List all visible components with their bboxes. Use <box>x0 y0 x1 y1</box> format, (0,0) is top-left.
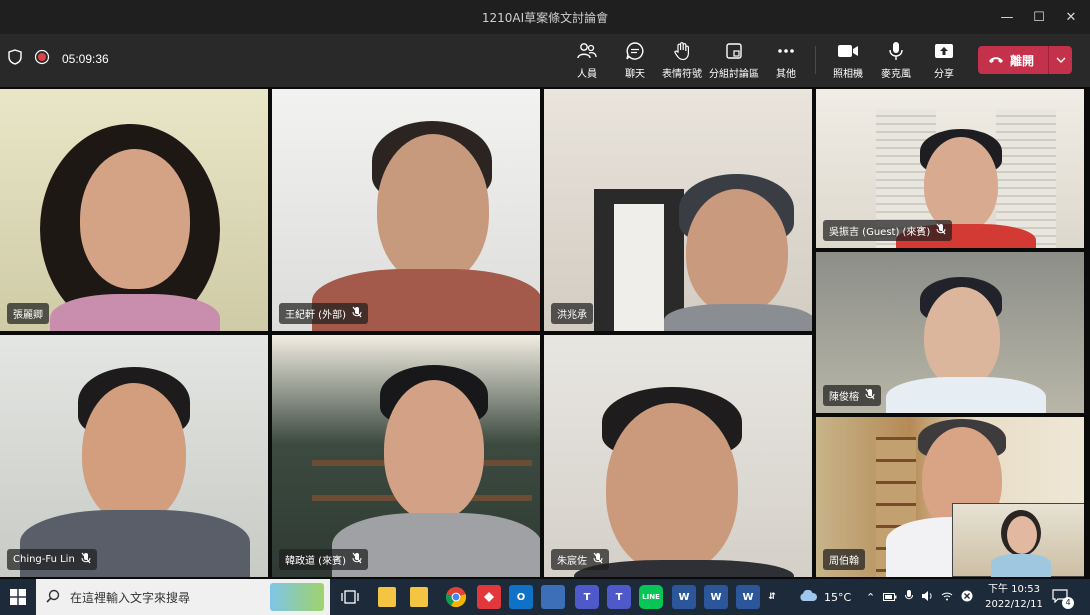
show-hidden-icons-chevron-icon[interactable]: ⌃ <box>866 591 875 604</box>
word-icon[interactable]: W <box>672 585 696 609</box>
participant-name-tag: Ching-Fu Lin <box>7 549 97 570</box>
no-connection-icon[interactable] <box>961 590 973 605</box>
meeting-timer: 05:09:36 <box>62 52 109 66</box>
teams-icon[interactable]: T <box>575 585 599 609</box>
chat-button[interactable]: 聊天 <box>620 40 650 82</box>
shield-icon[interactable] <box>8 49 22 69</box>
video-tile-participant-8[interactable]: 朱宸佐 <box>544 335 812 577</box>
participant-name-tag: 王紀軒 (外部) <box>279 303 368 324</box>
video-camera-icon <box>837 40 859 62</box>
notification-center-button[interactable]: 4 <box>1052 579 1080 615</box>
app-red-icon[interactable] <box>477 585 501 609</box>
toolbar-divider <box>815 46 816 74</box>
teams-meeting-icon[interactable]: T <box>607 585 631 609</box>
self-view-thumbnail[interactable] <box>952 503 1084 577</box>
more-icon <box>777 40 795 62</box>
participant-name-tag: 周伯翰 <box>823 549 865 570</box>
search-highlight-image <box>270 583 324 611</box>
word-icon-3[interactable]: W <box>736 585 760 609</box>
notification-count-badge: 4 <box>1062 597 1074 609</box>
maximize-button[interactable]: ☐ <box>1024 6 1054 28</box>
muted-mic-icon <box>936 223 946 238</box>
muted-mic-icon <box>352 552 362 567</box>
file-explorer-icon[interactable] <box>378 587 396 607</box>
raise-hand-icon <box>672 40 692 62</box>
share-button[interactable]: 分享 <box>930 40 958 82</box>
muted-mic-icon <box>865 388 875 403</box>
wifi-icon[interactable] <box>941 591 953 604</box>
microphone-button[interactable]: 麥克風 <box>880 40 912 82</box>
taskbar-clock[interactable]: 下午 10:53 2022/12/11 <box>984 582 1044 612</box>
window-title: 1210AI草案條文討論會 <box>481 11 609 25</box>
search-icon <box>46 588 60 607</box>
people-icon <box>577 40 597 62</box>
chrome-icon[interactable] <box>444 585 468 609</box>
video-tile-participant-3[interactable]: 洪兆承 <box>544 89 812 331</box>
muted-mic-icon <box>352 306 362 321</box>
participant-name-tag: 張麗卿 <box>7 303 49 324</box>
outlook-icon[interactable]: O <box>509 585 533 609</box>
taskbar-search-box[interactable]: 在這裡輸入文字來搜尋 <box>36 579 330 615</box>
leave-button[interactable]: 離開 <box>978 46 1072 74</box>
minimize-button[interactable]: — <box>992 6 1022 28</box>
more-button[interactable]: 其他 <box>772 40 800 82</box>
breakout-rooms-button[interactable]: 分組討論區 <box>708 40 760 82</box>
task-view-icon[interactable] <box>338 585 362 609</box>
participant-name-tag: 洪兆承 <box>551 303 593 324</box>
chat-icon <box>625 40 645 62</box>
windows-start-icon[interactable] <box>6 585 30 609</box>
reactions-button[interactable]: 表情符號 <box>662 40 702 82</box>
folder-icon[interactable] <box>410 587 428 607</box>
share-screen-icon <box>934 40 954 62</box>
microphone-tray-icon[interactable] <box>905 589 914 605</box>
video-tile-participant-2[interactable]: 王紀軒 (外部) <box>272 89 540 331</box>
line-icon[interactable]: LINE <box>639 585 663 609</box>
cloud-icon <box>798 589 818 605</box>
muted-mic-icon <box>593 552 603 567</box>
video-tile-participant-9[interactable]: 周伯翰 <box>816 417 1084 577</box>
breakout-rooms-icon <box>725 40 743 62</box>
weather-widget[interactable]: 15°C <box>798 579 851 615</box>
participant-name-tag: 吳振吉 (Guest) (來賓) <box>823 220 953 241</box>
close-button[interactable]: ✕ <box>1056 6 1086 28</box>
window-titlebar: 1210AI草案條文討論會 — ☐ ✕ <box>0 0 1090 34</box>
video-tile-participant-4[interactable]: 吳振吉 (Guest) (來賓) <box>816 89 1084 248</box>
battery-icon[interactable] <box>883 591 897 604</box>
microphone-icon <box>888 40 904 62</box>
word-icon-2[interactable]: W <box>704 585 728 609</box>
taskbar-overflow-chevron-icon[interactable]: ⇵ <box>766 585 778 609</box>
hang-up-icon <box>988 53 1004 67</box>
windows-taskbar: 在這裡輸入文字來搜尋 O T T LINE W W W ⇵ 15°C ⌃ 下午 … <box>0 579 1090 615</box>
video-tile-participant-7[interactable]: 韓政道 (來賓) <box>272 335 540 577</box>
camera-button[interactable]: 照相機 <box>832 40 864 82</box>
volume-icon[interactable] <box>921 590 933 605</box>
computer-app-icon[interactable] <box>541 585 565 609</box>
muted-mic-icon <box>81 552 91 567</box>
leave-options-chevron-icon[interactable] <box>1049 57 1072 63</box>
video-tile-participant-6[interactable]: Ching-Fu Lin <box>0 335 268 577</box>
participant-name-tag: 朱宸佐 <box>551 549 609 570</box>
participant-name-tag: 韓政道 (來賓) <box>279 549 368 570</box>
recording-icon <box>34 49 50 69</box>
people-button[interactable]: 人員 <box>572 40 602 82</box>
video-tile-participant-5[interactable]: 陳俊榕 <box>816 252 1084 413</box>
video-tile-participant-1[interactable]: 張麗卿 <box>0 89 268 331</box>
participant-name-tag: 陳俊榕 <box>823 385 881 406</box>
meeting-toolbar: 05:09:36 人員 聊天 表情符號 分組討論區 其他 照相機 麥克風 分享 <box>0 34 1090 87</box>
